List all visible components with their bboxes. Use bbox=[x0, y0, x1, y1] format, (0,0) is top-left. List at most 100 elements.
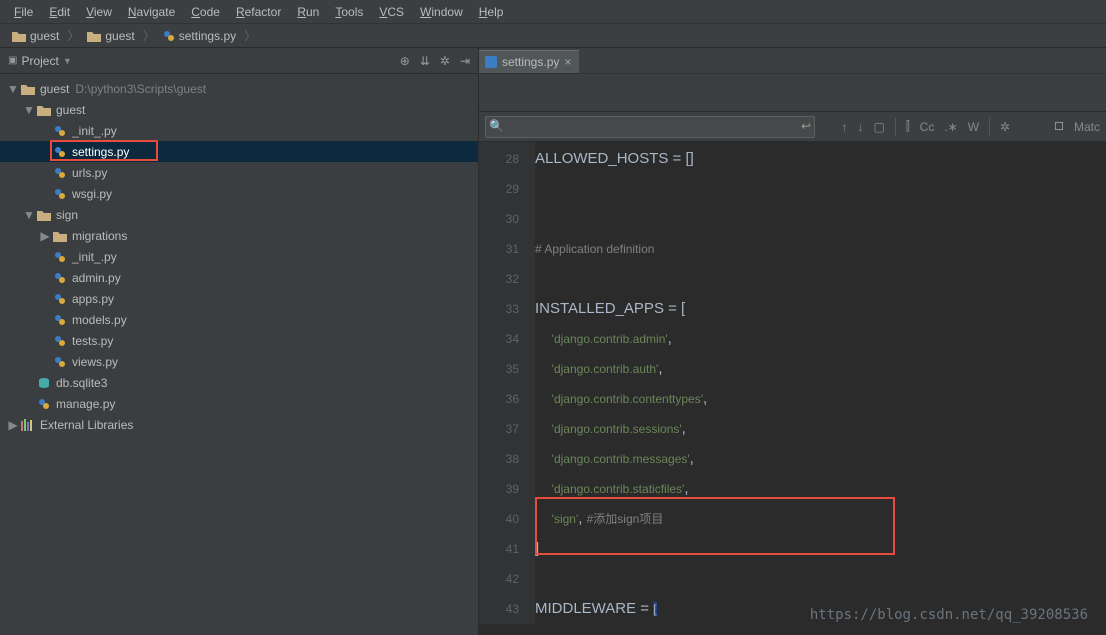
tab-settings-py[interactable]: settings.py × bbox=[479, 50, 579, 73]
line-number: 32 bbox=[479, 264, 519, 294]
project-tree[interactable]: ▼ guest D:\python3\Scripts\guest ▼ guest… bbox=[0, 74, 478, 439]
dropdown-icon[interactable]: ▼ bbox=[63, 56, 72, 66]
word-icon[interactable]: W bbox=[968, 120, 979, 134]
tree-path: D:\python3\Scripts\guest bbox=[75, 82, 206, 96]
code-line-33[interactable]: INSTALLED_APPS = [ bbox=[535, 294, 707, 324]
line-number: 30 bbox=[479, 204, 519, 234]
filter-icon[interactable]: ⫿ bbox=[906, 119, 910, 134]
menu-tools[interactable]: Tools bbox=[327, 2, 371, 22]
code-line-29[interactable] bbox=[535, 174, 707, 204]
tree-item-urls-py[interactable]: urls.py bbox=[0, 162, 478, 183]
tree-label: guest bbox=[40, 82, 69, 96]
gear-icon[interactable]: ✲ bbox=[1000, 120, 1010, 134]
code-line-38[interactable]: 'django.contrib.messages', bbox=[535, 444, 707, 474]
search-input[interactable] bbox=[485, 116, 815, 138]
hide-icon[interactable]: ⇥ bbox=[460, 54, 470, 68]
code-line-40[interactable]: 'sign', #添加sign项目 bbox=[535, 504, 707, 534]
py-icon bbox=[52, 270, 68, 286]
breadcrumb-bar: guest〉guest〉settings.py〉 bbox=[0, 24, 1106, 48]
folder-icon bbox=[20, 81, 36, 97]
py-icon bbox=[52, 291, 68, 307]
search-history-icon[interactable]: ↩ bbox=[801, 119, 811, 133]
tree-item-guest[interactable]: ▼ guest D:\python3\Scripts\guest bbox=[0, 78, 478, 99]
code-lines[interactable]: ALLOWED_HOSTS = [] # Application definit… bbox=[535, 142, 707, 624]
menu-view[interactable]: View bbox=[78, 2, 120, 22]
tree-item-sign[interactable]: ▼ sign bbox=[0, 204, 478, 225]
breadcrumb-1[interactable]: guest bbox=[81, 27, 140, 45]
tree-item-wsgi-py[interactable]: wsgi.py bbox=[0, 183, 478, 204]
tree-label: External Libraries bbox=[40, 418, 133, 432]
line-number: 37 bbox=[479, 414, 519, 444]
code-line-41[interactable]: ] bbox=[535, 534, 707, 564]
tree-item-views-py[interactable]: views.py bbox=[0, 351, 478, 372]
menu-window[interactable]: Window bbox=[412, 2, 471, 22]
py-icon bbox=[52, 123, 68, 139]
code-line-31[interactable]: # Application definition bbox=[535, 234, 707, 264]
code-line-32[interactable] bbox=[535, 264, 707, 294]
breadcrumb-2[interactable]: settings.py bbox=[157, 27, 242, 45]
line-number: 33 bbox=[479, 294, 519, 324]
target-icon[interactable]: ⊕ bbox=[400, 54, 410, 68]
tree-label: settings.py bbox=[72, 145, 129, 159]
line-number: 29 bbox=[479, 174, 519, 204]
tree-item-tests-py[interactable]: tests.py bbox=[0, 330, 478, 351]
code-line-36[interactable]: 'django.contrib.contenttypes', bbox=[535, 384, 707, 414]
tree-label: manage.py bbox=[56, 397, 115, 411]
menu-vcs[interactable]: VCS bbox=[371, 2, 412, 22]
tree-item-db-sqlite3[interactable]: db.sqlite3 bbox=[0, 372, 478, 393]
case-icon[interactable]: Cc bbox=[920, 120, 935, 134]
tree-item-apps-py[interactable]: apps.py bbox=[0, 288, 478, 309]
menu-code[interactable]: Code bbox=[183, 2, 228, 22]
next-match-icon[interactable]: ↓ bbox=[857, 120, 863, 134]
lib-icon bbox=[20, 417, 36, 433]
code-line-37[interactable]: 'django.contrib.sessions', bbox=[535, 414, 707, 444]
menu-run[interactable]: Run bbox=[289, 2, 327, 22]
menu-navigate[interactable]: Navigate bbox=[120, 2, 183, 22]
tree-item-migrations[interactable]: ▶ migrations bbox=[0, 225, 478, 246]
expand-arrow[interactable]: ▶ bbox=[6, 418, 20, 432]
tree-item-settings-py[interactable]: settings.py bbox=[0, 141, 478, 162]
code-line-43[interactable]: MIDDLEWARE = [ bbox=[535, 594, 707, 624]
breadcrumb-0[interactable]: guest bbox=[6, 27, 65, 45]
code-line-28[interactable]: ALLOWED_HOSTS = [] bbox=[535, 144, 707, 174]
menu-help[interactable]: Help bbox=[471, 2, 512, 22]
tree-label: db.sqlite3 bbox=[56, 376, 107, 390]
expand-arrow[interactable]: ▶ bbox=[38, 229, 52, 243]
watermark: https://blog.csdn.net/qq_39208536 bbox=[810, 607, 1088, 623]
expand-arrow[interactable]: ▼ bbox=[22, 208, 36, 222]
tree-item-external-libraries[interactable]: ▶ External Libraries bbox=[0, 414, 478, 435]
code-line-42[interactable] bbox=[535, 564, 707, 594]
line-number: 35 bbox=[479, 354, 519, 384]
tree-label: _init_.py bbox=[72, 250, 117, 264]
project-toggle-icon[interactable]: ▣ bbox=[8, 55, 17, 66]
code-line-39[interactable]: 'django.contrib.staticfiles', bbox=[535, 474, 707, 504]
menu-refactor[interactable]: Refactor bbox=[228, 2, 289, 22]
find-bar: 🔍 ↩ ↑ ↓ ▢ ⫿ Cc .∗ W ✲ ☐ Matc bbox=[479, 112, 1106, 142]
settings-gear-icon[interactable]: ✲ bbox=[440, 54, 450, 68]
line-number: 31 bbox=[479, 234, 519, 264]
tree-item-manage-py[interactable]: manage.py bbox=[0, 393, 478, 414]
tab-label: settings.py bbox=[502, 55, 559, 69]
code-line-34[interactable]: 'django.contrib.admin', bbox=[535, 324, 707, 354]
code-line-30[interactable] bbox=[535, 204, 707, 234]
tree-item-guest[interactable]: ▼ guest bbox=[0, 99, 478, 120]
tree-item--init--py[interactable]: _init_.py bbox=[0, 246, 478, 267]
project-panel: ▣ Project ▼ ⊕ ⇊ ✲ ⇥ ▼ guest D:\python3\S… bbox=[0, 48, 479, 635]
code-area[interactable]: 28293031323334353637383940414243 ALLOWED… bbox=[479, 142, 1106, 624]
tree-item-models-py[interactable]: models.py bbox=[0, 309, 478, 330]
menu-edit[interactable]: Edit bbox=[41, 2, 78, 22]
highlight-icon[interactable]: ▢ bbox=[873, 120, 884, 134]
py-icon bbox=[52, 333, 68, 349]
close-icon[interactable]: × bbox=[564, 55, 571, 69]
py-icon bbox=[52, 312, 68, 328]
expand-arrow[interactable]: ▼ bbox=[6, 82, 20, 96]
tree-item--init--py[interactable]: _init_.py bbox=[0, 120, 478, 141]
menu-file[interactable]: File bbox=[6, 2, 41, 22]
expand-arrow[interactable]: ▼ bbox=[22, 103, 36, 117]
line-number: 28 bbox=[479, 144, 519, 174]
code-line-35[interactable]: 'django.contrib.auth', bbox=[535, 354, 707, 384]
tree-item-admin-py[interactable]: admin.py bbox=[0, 267, 478, 288]
regex-icon[interactable]: .∗ bbox=[944, 120, 957, 134]
prev-match-icon[interactable]: ↑ bbox=[841, 120, 847, 134]
collapse-icon[interactable]: ⇊ bbox=[420, 54, 430, 68]
